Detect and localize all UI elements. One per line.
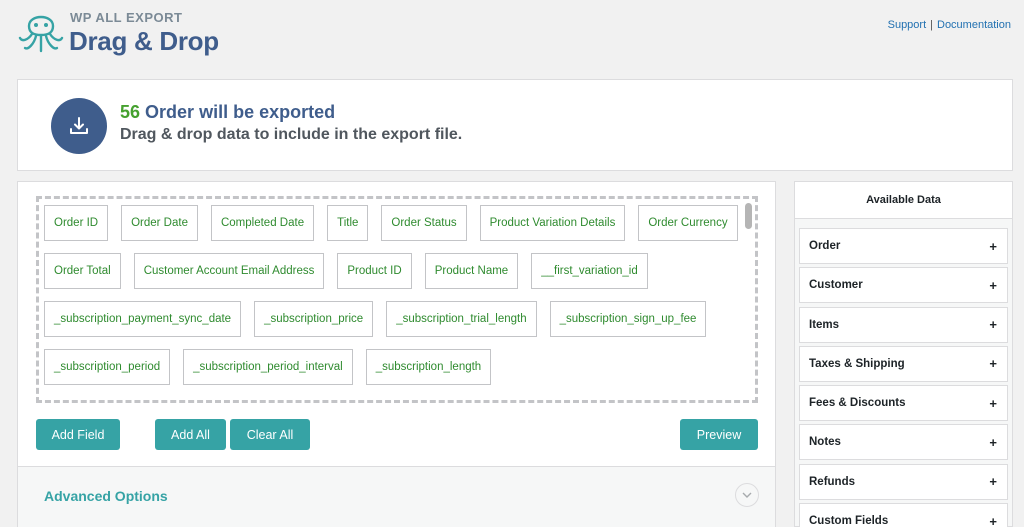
available-data-section-label: Customer — [809, 279, 863, 292]
add-all-button[interactable]: Add All — [155, 419, 226, 450]
add-field-button[interactable]: Add Field — [36, 419, 120, 450]
export-field[interactable]: _subscription_trial_length — [386, 301, 537, 337]
available-data-section[interactable]: Order + — [799, 228, 1008, 264]
field-drop-zone[interactable]: Order ID Order Date Completed Date Title Ord… — [36, 196, 758, 403]
support-link[interactable]: Support — [888, 19, 927, 31]
available-data-section-label: Fees & Discounts — [809, 397, 906, 410]
export-field[interactable]: Title — [327, 205, 369, 241]
plus-icon: + — [989, 317, 997, 333]
export-field[interactable]: _subscription_period_interval — [183, 349, 353, 385]
export-count: 56 — [120, 102, 141, 122]
plus-icon: + — [989, 434, 997, 450]
available-data-section[interactable]: Refunds + — [799, 463, 1008, 500]
available-data-panel: Available Data Order + Customer + Items + Taxe… — [794, 181, 1013, 527]
export-count-text: Order will be exported — [145, 102, 336, 122]
export-field[interactable]: Order Total — [44, 253, 121, 289]
available-data-section-label: Notes — [809, 436, 841, 449]
preview-button[interactable]: Preview — [680, 419, 758, 450]
export-field[interactable]: _subscription_period — [44, 349, 171, 385]
available-data-section[interactable]: Items + — [799, 306, 1008, 343]
drop-zone-scrollbar[interactable] — [745, 203, 752, 229]
export-field[interactable]: _subscription_payment_sync_date — [44, 301, 242, 337]
advanced-options-toggle[interactable]: Advanced Options — [18, 466, 775, 527]
export-field[interactable]: _subscription_length — [365, 349, 492, 385]
brand-label: WP ALL EXPORT — [70, 10, 183, 25]
available-data-section-label: Custom Fields — [809, 515, 889, 527]
export-field[interactable]: _subscription_sign_up_fee — [549, 301, 707, 337]
export-field[interactable]: _subscription_price — [254, 301, 374, 337]
export-field[interactable]: Order Currency — [638, 205, 738, 241]
advanced-options-label: Advanced Options — [44, 488, 168, 504]
octopus-logo-icon — [18, 15, 64, 53]
available-data-section-label: Items — [809, 318, 840, 331]
export-field[interactable]: Product ID — [337, 253, 412, 289]
export-count-heading: 56 Order will be exported — [120, 102, 335, 123]
chevron-down-icon[interactable] — [735, 483, 759, 507]
plus-icon: + — [989, 238, 997, 254]
export-summary-panel: 56 Order will be exported Drag & drop da… — [17, 79, 1013, 171]
available-data-section[interactable]: Notes + — [799, 424, 1008, 461]
export-field[interactable]: Product Variation Details — [479, 205, 626, 241]
page-title: Drag & Drop — [69, 26, 219, 56]
plus-icon: + — [989, 277, 997, 293]
plus-icon: + — [989, 474, 997, 490]
export-field[interactable]: Order Status — [381, 205, 467, 241]
export-field[interactable]: Order ID — [44, 205, 109, 241]
export-field[interactable]: __first_variation_id — [531, 253, 648, 289]
export-field[interactable]: Customer Account Email Address — [133, 253, 325, 289]
export-field[interactable]: Completed Date — [210, 205, 315, 241]
available-data-section-label: Order — [809, 240, 841, 252]
plus-icon: + — [989, 395, 997, 411]
link-separator: | — [930, 19, 933, 31]
documentation-link[interactable]: Documentation — [937, 19, 1011, 31]
export-field[interactable]: Product Name — [424, 253, 519, 289]
available-data-section-label: Refunds — [809, 475, 855, 488]
clear-all-button[interactable]: Clear All — [230, 419, 310, 450]
plus-icon: + — [989, 356, 997, 372]
export-field[interactable]: Order Date — [121, 205, 198, 241]
available-data-section[interactable]: Customer + — [799, 267, 1008, 304]
export-instructions: Drag & drop data to include in the expor… — [120, 126, 463, 143]
available-data-section-label: Taxes & Shipping — [809, 357, 905, 370]
top-links: Support | Documentation — [888, 19, 1011, 31]
export-fields-panel: Order ID Order Date Completed Date Title Ord… — [17, 181, 776, 527]
available-data-title: Available Data — [795, 182, 1012, 219]
available-data-section[interactable]: Custom Fields + — [799, 503, 1008, 527]
available-data-section[interactable]: Taxes & Shipping + — [799, 345, 1008, 382]
download-icon — [51, 98, 107, 154]
field-list: Order ID Order Date Completed Date Title Ord… — [44, 205, 744, 385]
plus-icon: + — [989, 513, 997, 527]
available-data-list: Order + Customer + Items + Taxes & Shipping + Fe… — [799, 228, 1008, 527]
available-data-section[interactable]: Fees & Discounts + — [799, 385, 1008, 422]
